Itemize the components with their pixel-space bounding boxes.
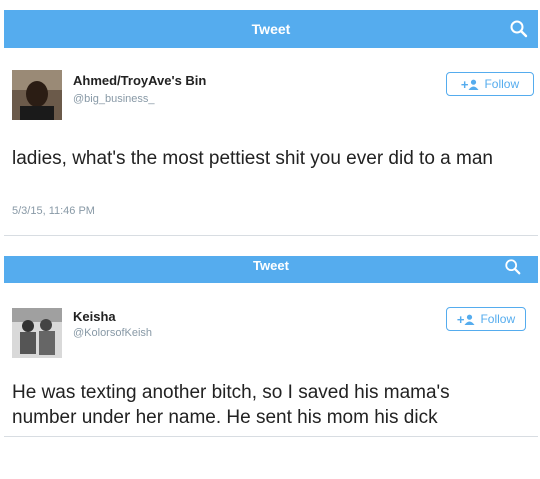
avatar[interactable] bbox=[12, 70, 62, 120]
tweet-timestamp[interactable]: 5/3/15, 11:46 PM bbox=[12, 205, 95, 217]
tweet-header-bar: Tweet bbox=[4, 10, 538, 48]
header-title: Tweet bbox=[253, 258, 289, 273]
add-user-icon: + bbox=[457, 312, 476, 327]
author-name[interactable]: Ahmed/TroyAve's Bin bbox=[73, 73, 206, 88]
follow-button[interactable]: + Follow bbox=[446, 72, 534, 96]
tweet-text: He was texting another bitch, so I saved… bbox=[12, 382, 450, 428]
add-user-icon: + bbox=[461, 77, 480, 92]
tweet-header-bar: Tweet bbox=[4, 256, 538, 283]
avatar[interactable] bbox=[12, 308, 62, 358]
divider bbox=[4, 235, 538, 236]
search-icon[interactable] bbox=[504, 258, 522, 281]
author-handle[interactable]: @KolorsofKeish bbox=[73, 327, 152, 339]
author-handle[interactable]: @big_business_ bbox=[73, 93, 155, 105]
author-name[interactable]: Keisha bbox=[73, 309, 116, 324]
header-title: Tweet bbox=[251, 21, 291, 37]
follow-label: Follow bbox=[484, 77, 520, 91]
search-icon[interactable] bbox=[509, 19, 529, 44]
follow-label: Follow bbox=[480, 312, 516, 326]
divider bbox=[4, 436, 538, 437]
tweet-text: ladies, what's the most pettiest shit yo… bbox=[12, 148, 493, 169]
follow-button[interactable]: + Follow bbox=[446, 307, 526, 331]
